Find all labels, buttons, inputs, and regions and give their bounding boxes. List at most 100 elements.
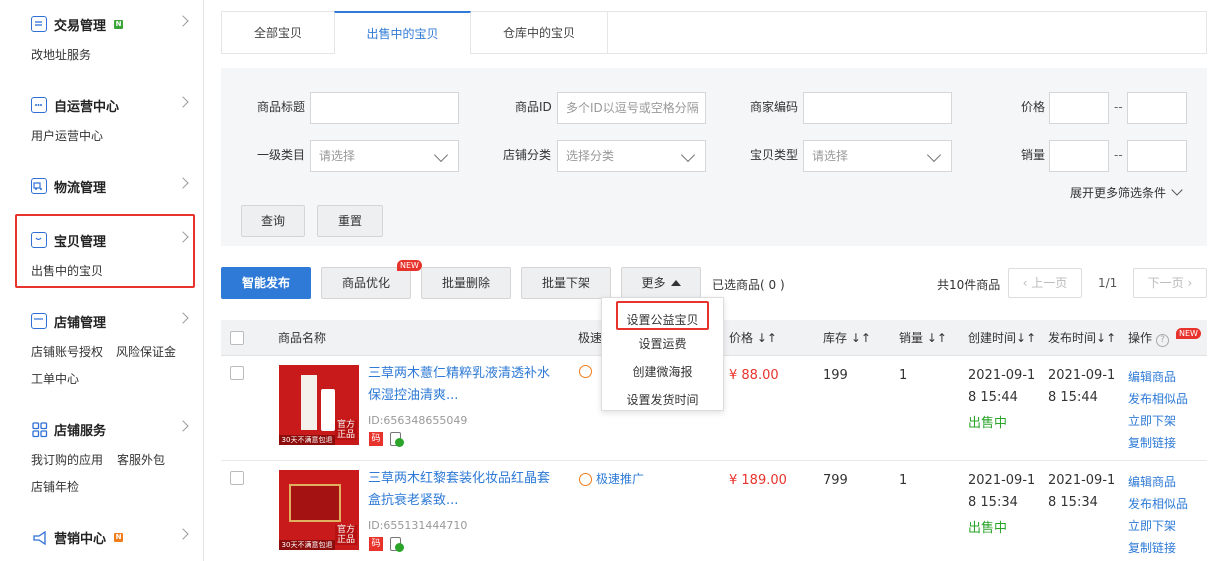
- sidebar-item-store-services[interactable]: 店铺服务: [31, 419, 191, 439]
- publish-similar-link[interactable]: 发布相似品: [1128, 495, 1188, 512]
- product-type-select[interactable]: 请选择: [803, 140, 952, 172]
- publish-similar-link[interactable]: 发布相似品: [1128, 390, 1188, 407]
- next-page-button[interactable]: 下一页 ›: [1133, 268, 1207, 298]
- highlight-box-charity-product: [616, 301, 709, 330]
- sales-min-input[interactable]: [1049, 140, 1109, 172]
- published-date: 2021-09-1: [1048, 473, 1116, 488]
- offshelf-link[interactable]: 立即下架: [1128, 517, 1176, 534]
- store-icon: [31, 313, 47, 329]
- more-button[interactable]: 更多: [621, 267, 701, 299]
- sidebar-item-self-operation-center[interactable]: 自运营中心: [31, 95, 191, 115]
- id-label: 商品ID: [515, 100, 552, 114]
- created-date: 2021-09-1: [968, 473, 1036, 488]
- next-page-label: 下一页: [1147, 276, 1184, 290]
- sidebar-item-trade-management[interactable]: 交易管理 N: [31, 14, 191, 34]
- column-published[interactable]: 发布时间↓↑: [1048, 320, 1116, 356]
- sidebar-link-my-apps[interactable]: 我订购的应用: [31, 451, 103, 468]
- sort-icon: ↓↑: [923, 331, 947, 345]
- barcode-icon[interactable]: 码: [369, 537, 383, 551]
- sidebar-link-risk-deposit[interactable]: 风险保证金: [116, 343, 176, 360]
- product-box-image: [289, 484, 341, 522]
- mobile-check-icon[interactable]: [390, 432, 404, 447]
- column-stock[interactable]: 库存 ↓↑: [823, 320, 871, 356]
- shop-category-select[interactable]: 选择分类: [557, 140, 706, 172]
- search-button[interactable]: 查询: [241, 205, 305, 237]
- chat-icon: [31, 97, 47, 113]
- created-time: 8 15:34: [968, 495, 1018, 510]
- column-created-label: 创建时间: [968, 331, 1017, 345]
- tab-all-products[interactable]: 全部宝贝: [222, 12, 334, 54]
- new-badge-icon: N: [114, 532, 124, 542]
- sidebar-link-user-operation[interactable]: 用户运营中心: [31, 127, 103, 144]
- sales-max-input[interactable]: [1127, 140, 1187, 172]
- batch-delete-button[interactable]: 批量删除: [421, 267, 511, 299]
- filter-panel: 商品标题 商品ID 多个ID以逗号或空格分隔 商家编码 价格 -- 一级类目 请…: [221, 68, 1207, 246]
- tab-warehouse-products[interactable]: 仓库中的宝贝: [471, 12, 608, 54]
- offshelf-link[interactable]: 立即下架: [1128, 412, 1176, 429]
- product-name-link[interactable]: 三草两木红黎套装化妆品红晶套盒抗衰老紧致...: [368, 468, 558, 512]
- sidebar-link-annual-check[interactable]: 店铺年检: [31, 478, 79, 495]
- price-min-input[interactable]: [1049, 92, 1109, 124]
- sidebar-link-address-service[interactable]: 改地址服务: [31, 46, 91, 63]
- prev-page-button[interactable]: ‹ 上一页: [1008, 268, 1082, 298]
- price-max-input[interactable]: [1127, 92, 1187, 124]
- select-all-checkbox[interactable]: [230, 331, 244, 345]
- sort-icon: ↓↑: [1096, 331, 1117, 345]
- expand-filters-label: 展开更多筛选条件: [1070, 186, 1167, 200]
- product-stock: 799: [823, 473, 848, 488]
- help-icon[interactable]: ?: [1156, 334, 1170, 347]
- menu-item-shipping-fee[interactable]: 设置运费: [602, 335, 723, 352]
- reset-button[interactable]: 重置: [317, 205, 383, 237]
- column-sales[interactable]: 销量 ↓↑: [899, 320, 947, 356]
- chevron-right-icon: [177, 312, 189, 324]
- promo-link[interactable]: 极速推广: [579, 470, 644, 487]
- title-label: 商品标题: [257, 100, 306, 114]
- chevron-down-icon: [926, 147, 942, 163]
- sidebar-item-logistics-management[interactable]: 物流管理: [31, 176, 191, 196]
- sidebar-item-marketing-center[interactable]: 营销中心 N: [31, 527, 191, 547]
- row-checkbox[interactable]: [230, 366, 244, 380]
- batch-offshelf-button[interactable]: 批量下架: [521, 267, 611, 299]
- optimize-button[interactable]: 商品优化: [321, 267, 411, 299]
- return-policy-tag: 30天不满意包退: [279, 435, 335, 445]
- chevron-right-icon: [177, 177, 189, 189]
- mobile-check-icon[interactable]: [390, 537, 404, 552]
- return-policy-tag: 30天不满意包退: [279, 540, 335, 550]
- tab-on-sale-products[interactable]: 出售中的宝贝: [334, 11, 471, 54]
- smart-publish-button[interactable]: 智能发布: [221, 267, 311, 299]
- product-type-label: 宝贝类型: [750, 148, 799, 162]
- column-price[interactable]: 价格 ↓↑: [729, 320, 777, 356]
- clipboard-icon: [31, 16, 47, 32]
- edit-product-link[interactable]: 编辑商品: [1128, 368, 1176, 385]
- expand-filters-link[interactable]: 展开更多筛选条件: [1070, 184, 1183, 201]
- column-sales-label: 销量: [899, 331, 924, 345]
- menu-item-create-poster[interactable]: 创建微海报: [602, 363, 723, 380]
- menu-item-delivery-time[interactable]: 设置发货时间: [602, 391, 723, 408]
- category-select[interactable]: 请选择: [310, 140, 459, 172]
- sidebar-link-ticket-center[interactable]: 工单中心: [31, 370, 79, 387]
- shop-category-label: 店铺分类: [503, 148, 552, 162]
- title-input[interactable]: [310, 92, 459, 124]
- product-thumbnail[interactable]: 官方正品 30天不满意包退: [279, 470, 359, 550]
- copy-link[interactable]: 复制链接: [1128, 434, 1176, 451]
- product-thumbnail[interactable]: 官方正品 30天不满意包退: [279, 365, 359, 445]
- product-name-link[interactable]: 三草两木薏仁精粹乳液清透补水保湿控油清爽...: [368, 363, 558, 407]
- total-count: 共10件商品: [937, 278, 1001, 292]
- copy-link[interactable]: 复制链接: [1128, 539, 1176, 556]
- chevron-down-icon: [1171, 184, 1183, 196]
- sidebar-item-store-management[interactable]: 店铺管理: [31, 311, 191, 331]
- column-created[interactable]: 创建时间↓↑: [968, 320, 1036, 356]
- sidebar-link-cs-outsourcing[interactable]: 客服外包: [117, 451, 165, 468]
- chevron-right-icon: [177, 420, 189, 432]
- merchant-code-input[interactable]: [803, 92, 952, 124]
- sidebar-section-marketing: 营销中心 N: [31, 527, 191, 551]
- promo-link[interactable]: [579, 365, 592, 381]
- id-input[interactable]: 多个ID以逗号或空格分隔: [557, 92, 706, 124]
- range-separator: --: [1114, 100, 1123, 114]
- merchant-code-label: 商家编码: [750, 100, 799, 114]
- edit-product-link[interactable]: 编辑商品: [1128, 473, 1176, 490]
- row-checkbox[interactable]: [230, 471, 244, 485]
- barcode-icon[interactable]: 码: [369, 432, 383, 446]
- sidebar-link-account-auth[interactable]: 店铺账号授权: [31, 343, 103, 360]
- published-time: 8 15:44: [1048, 390, 1098, 405]
